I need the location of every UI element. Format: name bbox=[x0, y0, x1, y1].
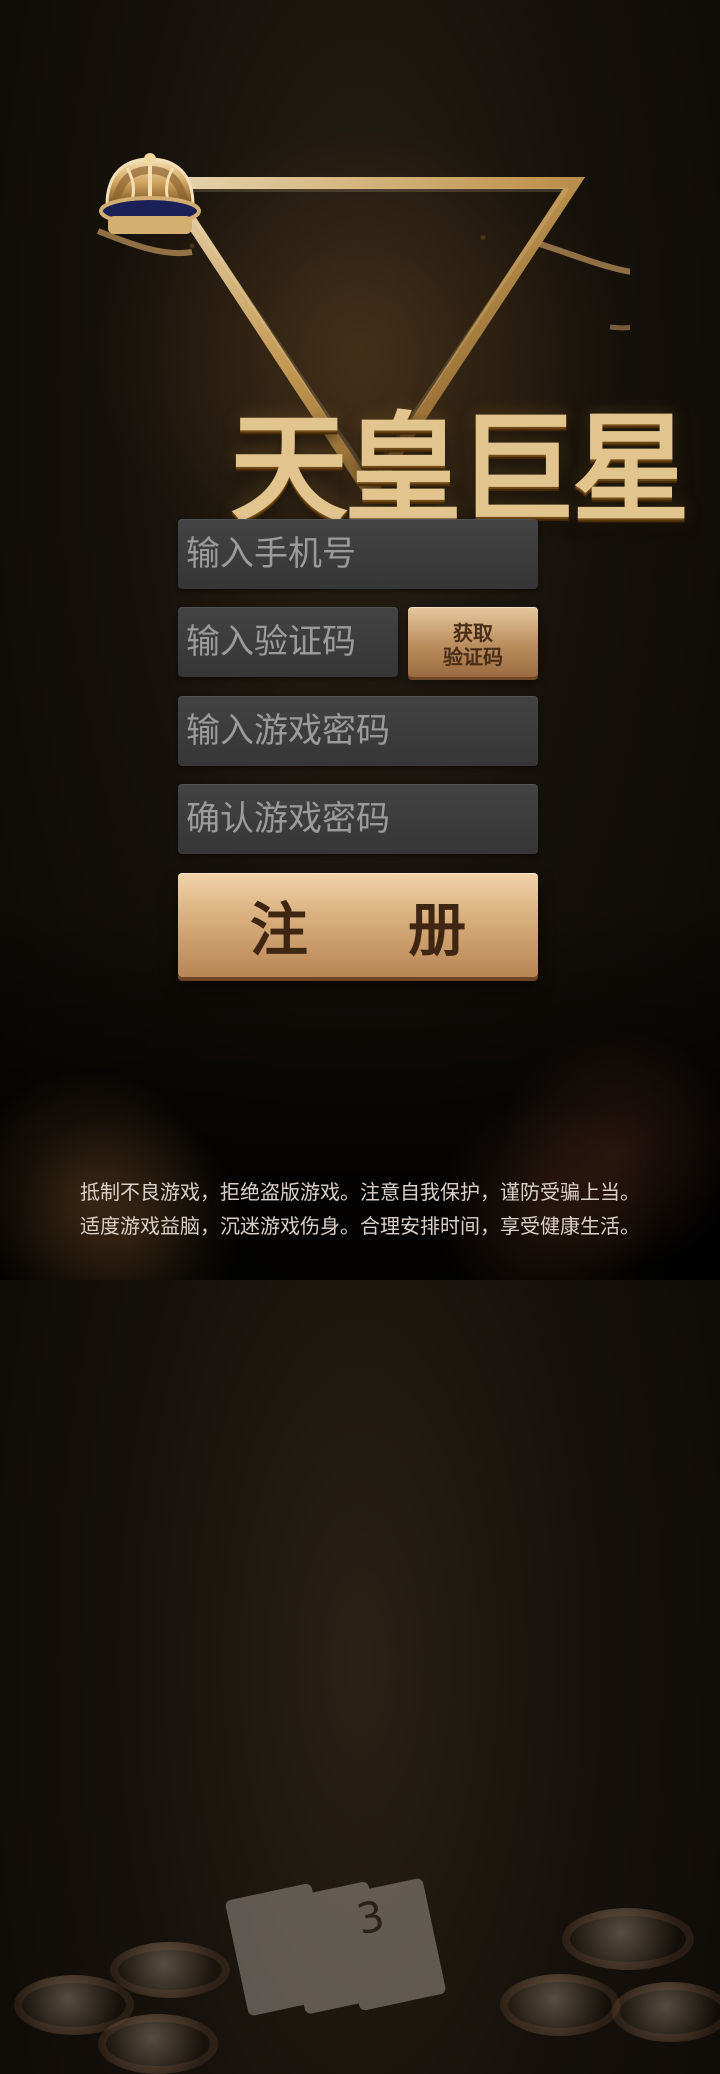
logo-title: 天皇巨星 bbox=[229, 399, 690, 538]
health-notice-line-1: 抵制不良游戏，拒绝盗版游戏。注意自我保护，谨防受骗上当。 bbox=[80, 1180, 640, 1204]
phone-input[interactable] bbox=[178, 519, 538, 589]
game-logo: 天皇巨星 bbox=[90, 150, 690, 538]
confirm-game-password-input[interactable] bbox=[178, 784, 538, 854]
crown-icon bbox=[99, 153, 201, 234]
verification-code-input[interactable] bbox=[178, 607, 398, 677]
get-code-button-line-2: 验证码 bbox=[443, 645, 503, 669]
health-notice: 抵制不良游戏，拒绝盗版游戏。注意自我保护，谨防受骗上当。 适度游戏益脑，沉迷游戏… bbox=[0, 1175, 720, 1243]
poker-chip bbox=[500, 1974, 620, 2036]
code-field[interactable] bbox=[178, 607, 398, 677]
health-notice-line-2: 适度游戏益脑，沉迷游戏伤身。合理安排时间，享受健康生活。 bbox=[80, 1214, 640, 1238]
poker-chip bbox=[110, 1942, 230, 1998]
poker-chip bbox=[562, 1908, 694, 1970]
game-password-input[interactable] bbox=[178, 696, 538, 766]
poker-chip bbox=[612, 1982, 720, 2042]
password-field[interactable] bbox=[178, 696, 538, 766]
register-button[interactable]: 注 册 bbox=[178, 873, 538, 977]
get-code-button-line-1: 获取 bbox=[453, 621, 493, 645]
get-verification-code-button[interactable]: 获取 验证码 bbox=[408, 607, 538, 677]
poker-chip bbox=[98, 2014, 218, 2074]
playing-cards: 3 bbox=[224, 1862, 447, 2019]
confirm-password-field[interactable] bbox=[178, 784, 538, 854]
phone-field[interactable] bbox=[178, 519, 538, 589]
